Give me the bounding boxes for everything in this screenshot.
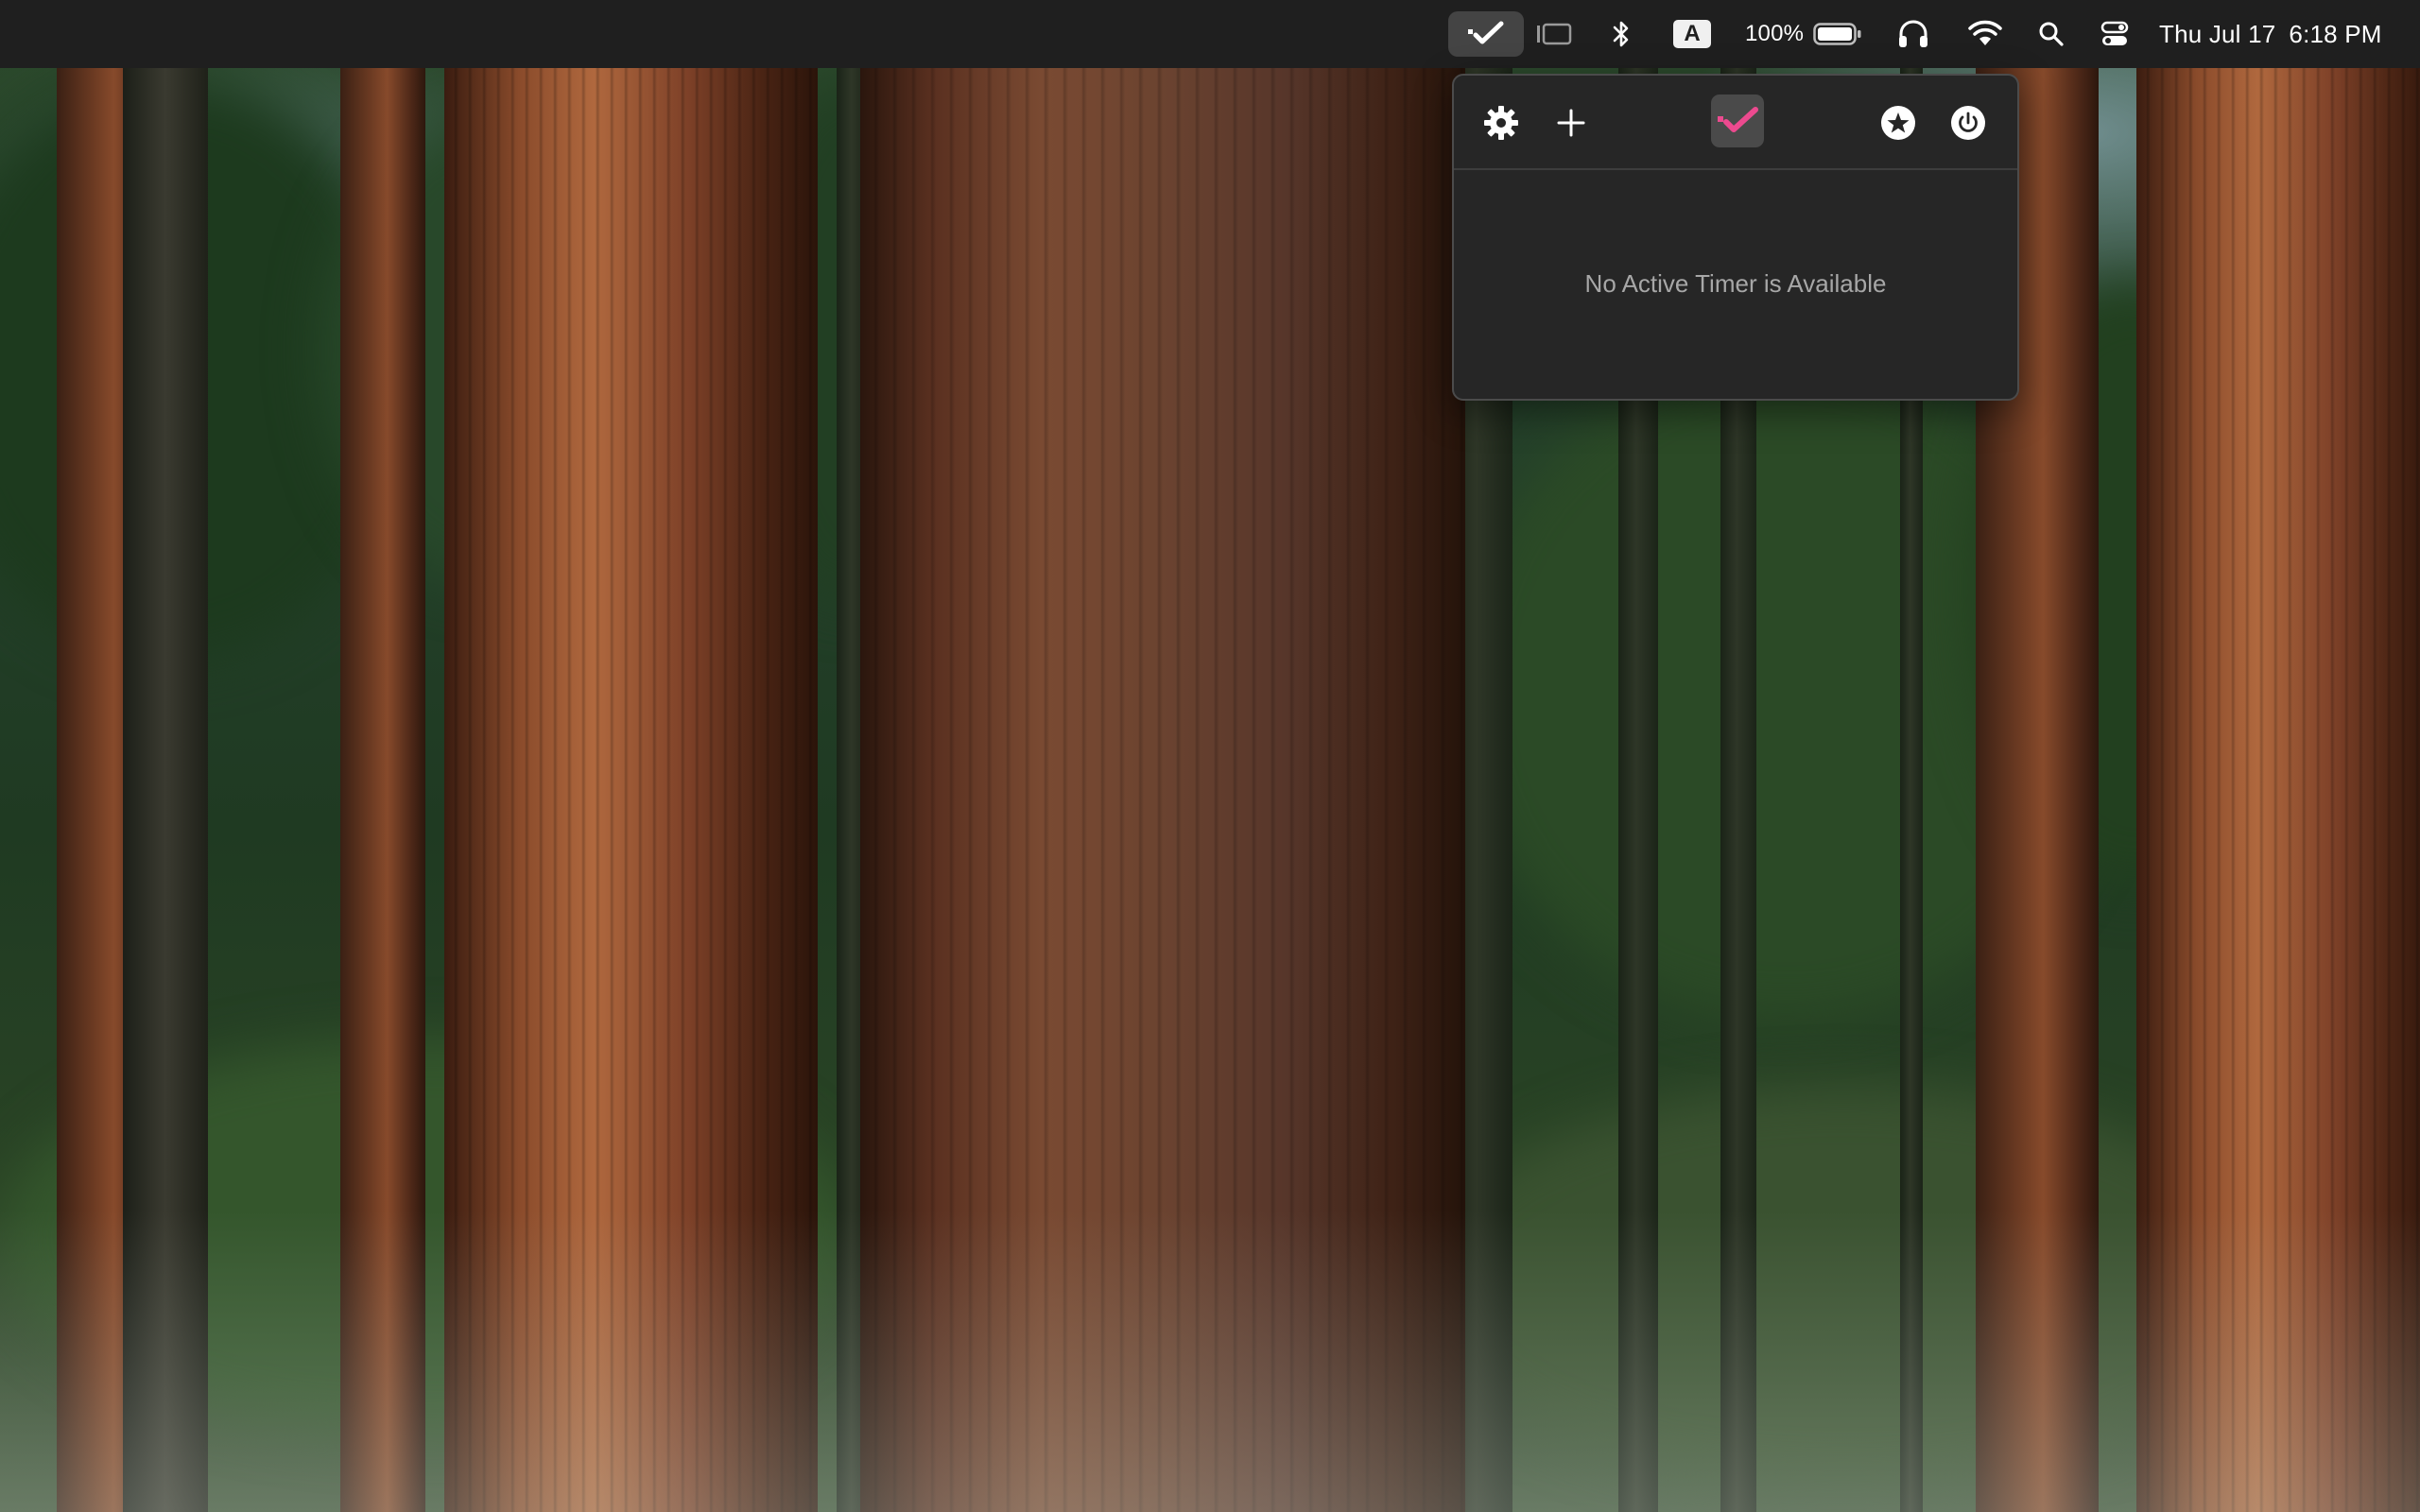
stage-manager-icon bbox=[1537, 23, 1572, 45]
star-icon bbox=[1881, 106, 1915, 140]
battery-menu-extra[interactable] bbox=[1813, 0, 1862, 68]
favorites-button[interactable] bbox=[1879, 104, 1917, 142]
wifi-menu-extra[interactable] bbox=[1966, 0, 2004, 68]
control-center-menu-extra[interactable] bbox=[2099, 0, 2131, 68]
timer-popover: No Active Timer is Available bbox=[1452, 74, 2019, 401]
wifi-icon bbox=[1968, 20, 2002, 45]
stage-manager-menu-extra[interactable] bbox=[1535, 0, 1573, 68]
input-source-icon: A bbox=[1673, 20, 1711, 48]
headphones-icon bbox=[1899, 20, 1927, 47]
menu-bar: A 100% Thu Jul 17 6:18 PM bbox=[0, 0, 2420, 68]
plus-icon bbox=[1557, 109, 1585, 137]
battery-percent: 100% bbox=[1745, 0, 1817, 68]
headphones-menu-extra[interactable] bbox=[1894, 0, 1932, 68]
app-logo-button[interactable] bbox=[1711, 94, 1764, 147]
bluetooth-icon bbox=[1613, 21, 1629, 47]
control-center-icon bbox=[2100, 21, 2129, 45]
spotlight-menu-extra[interactable] bbox=[2036, 0, 2066, 68]
desktop-wallpaper bbox=[0, 0, 2420, 1512]
clock-time: 6:18 PM bbox=[2289, 19, 2382, 48]
popover-toolbar bbox=[1454, 76, 2017, 170]
gear-icon bbox=[1484, 106, 1518, 140]
timer-app-checkmark-icon bbox=[1468, 21, 1504, 44]
power-icon bbox=[1951, 106, 1985, 140]
empty-state-text: No Active Timer is Available bbox=[1584, 268, 1887, 298]
quit-button[interactable] bbox=[1949, 104, 1987, 142]
battery-percent-text: 100% bbox=[1745, 21, 1805, 46]
settings-button[interactable] bbox=[1482, 104, 1520, 142]
clock-date: Thu Jul 17 bbox=[2159, 19, 2276, 48]
empty-state-message: No Active Timer is Available bbox=[1454, 168, 2017, 399]
add-timer-button[interactable] bbox=[1554, 106, 1588, 140]
battery-icon bbox=[1813, 23, 1861, 45]
spotlight-search-icon bbox=[2039, 22, 2064, 46]
menu-bar-clock[interactable]: Thu Jul 17 6:18 PM bbox=[2159, 0, 2401, 68]
input-source-menu-extra[interactable]: A bbox=[1671, 0, 1713, 68]
app-logo-checkmark-icon bbox=[1718, 107, 1758, 132]
bluetooth-menu-extra[interactable] bbox=[1607, 0, 1635, 68]
timer-app-menu-extra[interactable] bbox=[1460, 0, 1512, 68]
